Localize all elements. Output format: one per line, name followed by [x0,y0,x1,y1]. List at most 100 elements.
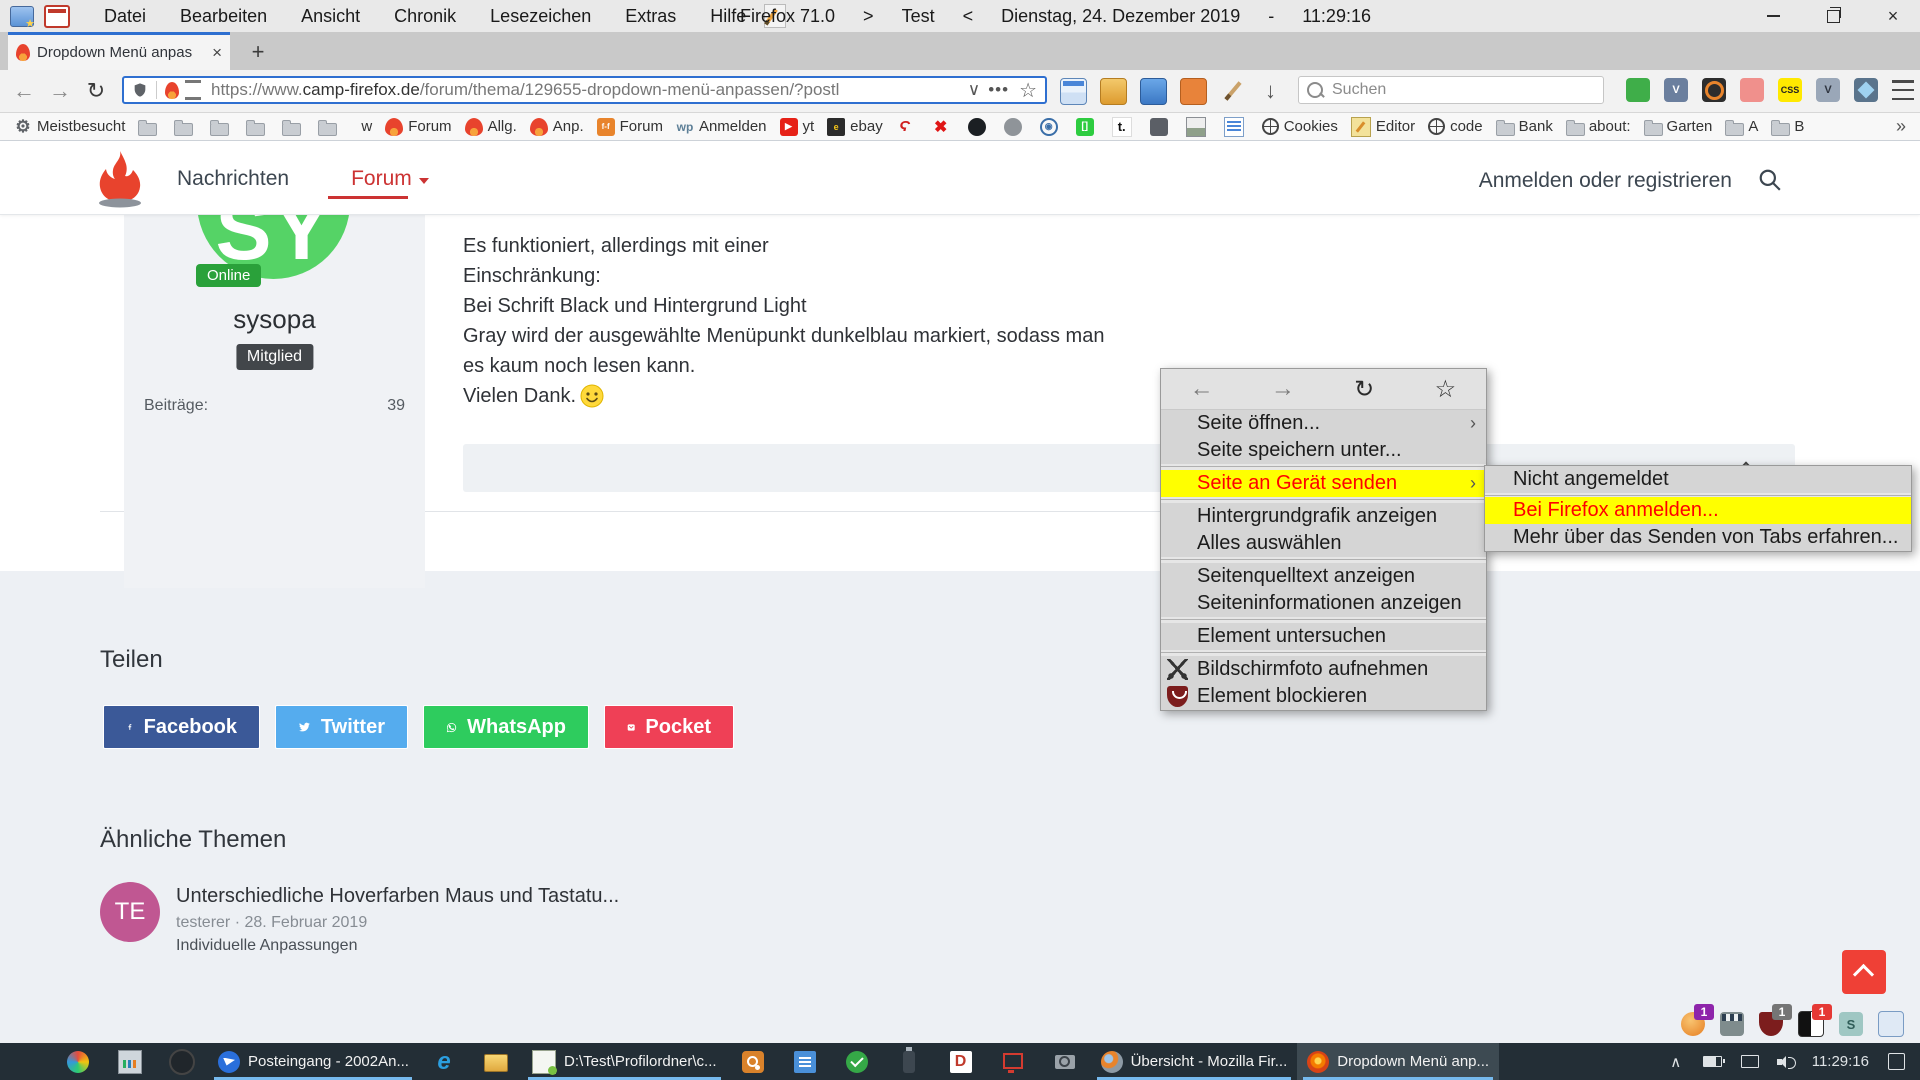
bookmark-code[interactable]: code [1428,118,1483,135]
menu-item-element-blockieren[interactable]: Element blockieren [1161,683,1486,710]
bookmark-about[interactable]: about: [1566,118,1631,136]
domino-addon-icon[interactable]: 1 [1798,1011,1824,1037]
bookmark-forum[interactable]: Forum [385,118,451,136]
v-blue-extension-icon[interactable]: V [1664,78,1688,102]
clapperboard-addon-icon[interactable] [1720,1012,1744,1036]
share-twitter-button[interactable]: Twitter [275,705,408,749]
session-manager-icon[interactable] [10,6,34,27]
bookmark-github[interactable] [968,118,991,136]
taskbar-greencheck-icon[interactable] [831,1043,883,1080]
menu-item-bildschirmfoto[interactable]: Bildschirmfoto aufnehmen [1161,656,1486,683]
bookmark-bank[interactable]: Bank [1496,118,1553,136]
minimize-button[interactable] [1762,5,1784,27]
bookmark-blue-circle[interactable]: ◉ [1040,118,1063,136]
reload-button[interactable]: ↻ [80,75,112,107]
share-pocket-button[interactable]: Pocket [604,705,734,749]
sync-extension-icon[interactable] [1854,78,1878,102]
menubar-item[interactable]: Ansicht [301,6,360,27]
forward-icon[interactable]: → [1263,375,1303,403]
taskbar-bottle-icon[interactable] [883,1043,935,1080]
tracking-protection-shield-icon[interactable] [132,81,148,99]
s-addon-icon[interactable]: S [1839,1012,1863,1036]
camp-firefox-logo[interactable] [95,149,145,209]
bookmark-green-brackets[interactable]: [] [1076,118,1099,136]
bookmark-wp-anmelden[interactable]: wp Anmelden [676,118,767,136]
blue-folder-icon[interactable] [1140,78,1167,105]
taskbar-explorer-icon[interactable] [470,1043,522,1080]
bookmark-cyberghost[interactable]: Ϛ [896,118,919,136]
menu-item-seiteninformationen[interactable]: Seiteninformationen anzeigen [1161,590,1486,617]
bookmark-red-x[interactable]: ✖ [932,118,955,136]
submenu-item-nicht-angemeldet[interactable]: Nicht angemeldet [1485,466,1911,493]
bookmark-garten[interactable]: Garten [1644,118,1713,136]
bookmark-allg[interactable]: Allg. [465,118,517,136]
url-text[interactable]: https://www.camp-firefox.de/forum/thema/… [211,80,960,100]
bookmark-folder-4[interactable] [246,118,269,136]
scroll-to-top-button[interactable] [1842,950,1886,994]
bookmark-a[interactable]: A [1725,118,1758,136]
back-icon[interactable]: ← [1182,375,1222,403]
reload-icon[interactable]: ↻ [1344,375,1384,404]
tab-dropdown-menu-anpassen[interactable]: Dropdown Menü anpassen × [8,32,230,70]
start-button[interactable] [0,1043,52,1080]
taskbar-presentation-icon[interactable] [104,1043,156,1080]
task-thunderbird[interactable]: Posteingang - 2002An... [208,1043,418,1080]
bookmark-b[interactable]: B [1771,118,1804,136]
new-tab-button[interactable]: + [244,38,272,66]
bookmarks-overflow-icon[interactable]: » [1896,116,1906,137]
bookmark-folder-1[interactable] [138,118,161,136]
menubar-item[interactable]: Datei [104,6,146,27]
minimized-window-icon[interactable] [1060,78,1087,105]
permissions-icon[interactable] [185,80,201,100]
bookmark-anp[interactable]: Anp. [530,118,584,136]
orange-addon-icon[interactable] [1180,78,1207,105]
menubar-item[interactable]: Lesezeichen [490,6,591,27]
taskbar-camera-icon[interactable] [1039,1043,1091,1080]
menu-item-seite-oeffnen[interactable]: Seite öffnen... › [1161,410,1486,437]
nav-item-forum[interactable]: Forum [351,167,429,191]
menu-item-seite-speichern[interactable]: Seite speichern unter... [1161,437,1486,464]
speaker-icon[interactable] [1777,1055,1795,1069]
taskbar-bluebook-icon[interactable] [779,1043,831,1080]
smiley-addon-icon[interactable]: 1 [1681,1012,1705,1036]
close-button[interactable]: × [1882,5,1904,27]
eraser-extension-icon[interactable] [1740,78,1764,102]
task-firefox-uebersicht[interactable]: Übersicht - Mozilla Fir... [1091,1043,1298,1080]
v-gray-extension-icon[interactable]: V [1816,78,1840,102]
bookmark-meistbesucht[interactable]: ⚙ Meistbesucht [14,118,125,136]
tray-chevron-icon[interactable]: ∧ [1666,1052,1686,1072]
nav-item-nachrichten[interactable]: Nachrichten [177,167,289,191]
menu-item-hintergrundgrafik[interactable]: Hintergrundgrafik anzeigen [1161,503,1486,530]
restore-button[interactable] [1822,5,1844,27]
bookmark-star-icon[interactable]: ☆ [1425,375,1465,404]
site-search-icon[interactable] [1758,168,1782,197]
ublock-addon-icon[interactable]: 1 [1759,1012,1783,1036]
page-actions-icon[interactable]: ••• [988,80,1009,100]
bookmark-yt[interactable]: ▶ yt [780,118,815,136]
brush-icon[interactable] [1220,78,1245,103]
battery-icon[interactable] [1703,1052,1723,1072]
task-notepadpp[interactable]: D:\Test\Profilordner\c... [522,1043,727,1080]
bookmark-list[interactable] [1224,117,1249,137]
bookmark-folder-5[interactable] [282,118,305,136]
menubar-item[interactable]: Extras [625,6,676,27]
bookmark-folder-3[interactable] [210,118,233,136]
share-whatsapp-button[interactable]: WhatsApp [423,705,589,749]
open-folder-icon[interactable] [1100,78,1127,105]
greencheck-extension-icon[interactable] [1626,78,1650,102]
task-firefox-dropdown[interactable]: Dropdown Menü anp... [1297,1043,1499,1080]
bookmark-t-dot[interactable]: t. [1112,117,1137,137]
menubar-item[interactable]: Bearbeiten [180,6,267,27]
taskbar-keepass-icon[interactable] [727,1043,779,1080]
bookmark-ebay[interactable]: e ebay [827,118,883,136]
site-identity-favicon-icon[interactable] [165,82,179,99]
bookmark-ff-forum[interactable]: f-f Forum [597,118,663,136]
similar-topic-forum[interactable]: Individuelle Anpassungen [176,937,357,955]
author-name[interactable]: sysopa [124,304,425,335]
document-addon-icon[interactable] [1878,1011,1904,1037]
search-input[interactable] [1330,80,1595,100]
search-bar[interactable] [1298,76,1604,104]
q-orange-extension-icon[interactable] [1702,78,1726,102]
download-icon[interactable]: ↓ [1258,78,1283,103]
similar-topic-avatar[interactable]: TE [100,882,160,942]
